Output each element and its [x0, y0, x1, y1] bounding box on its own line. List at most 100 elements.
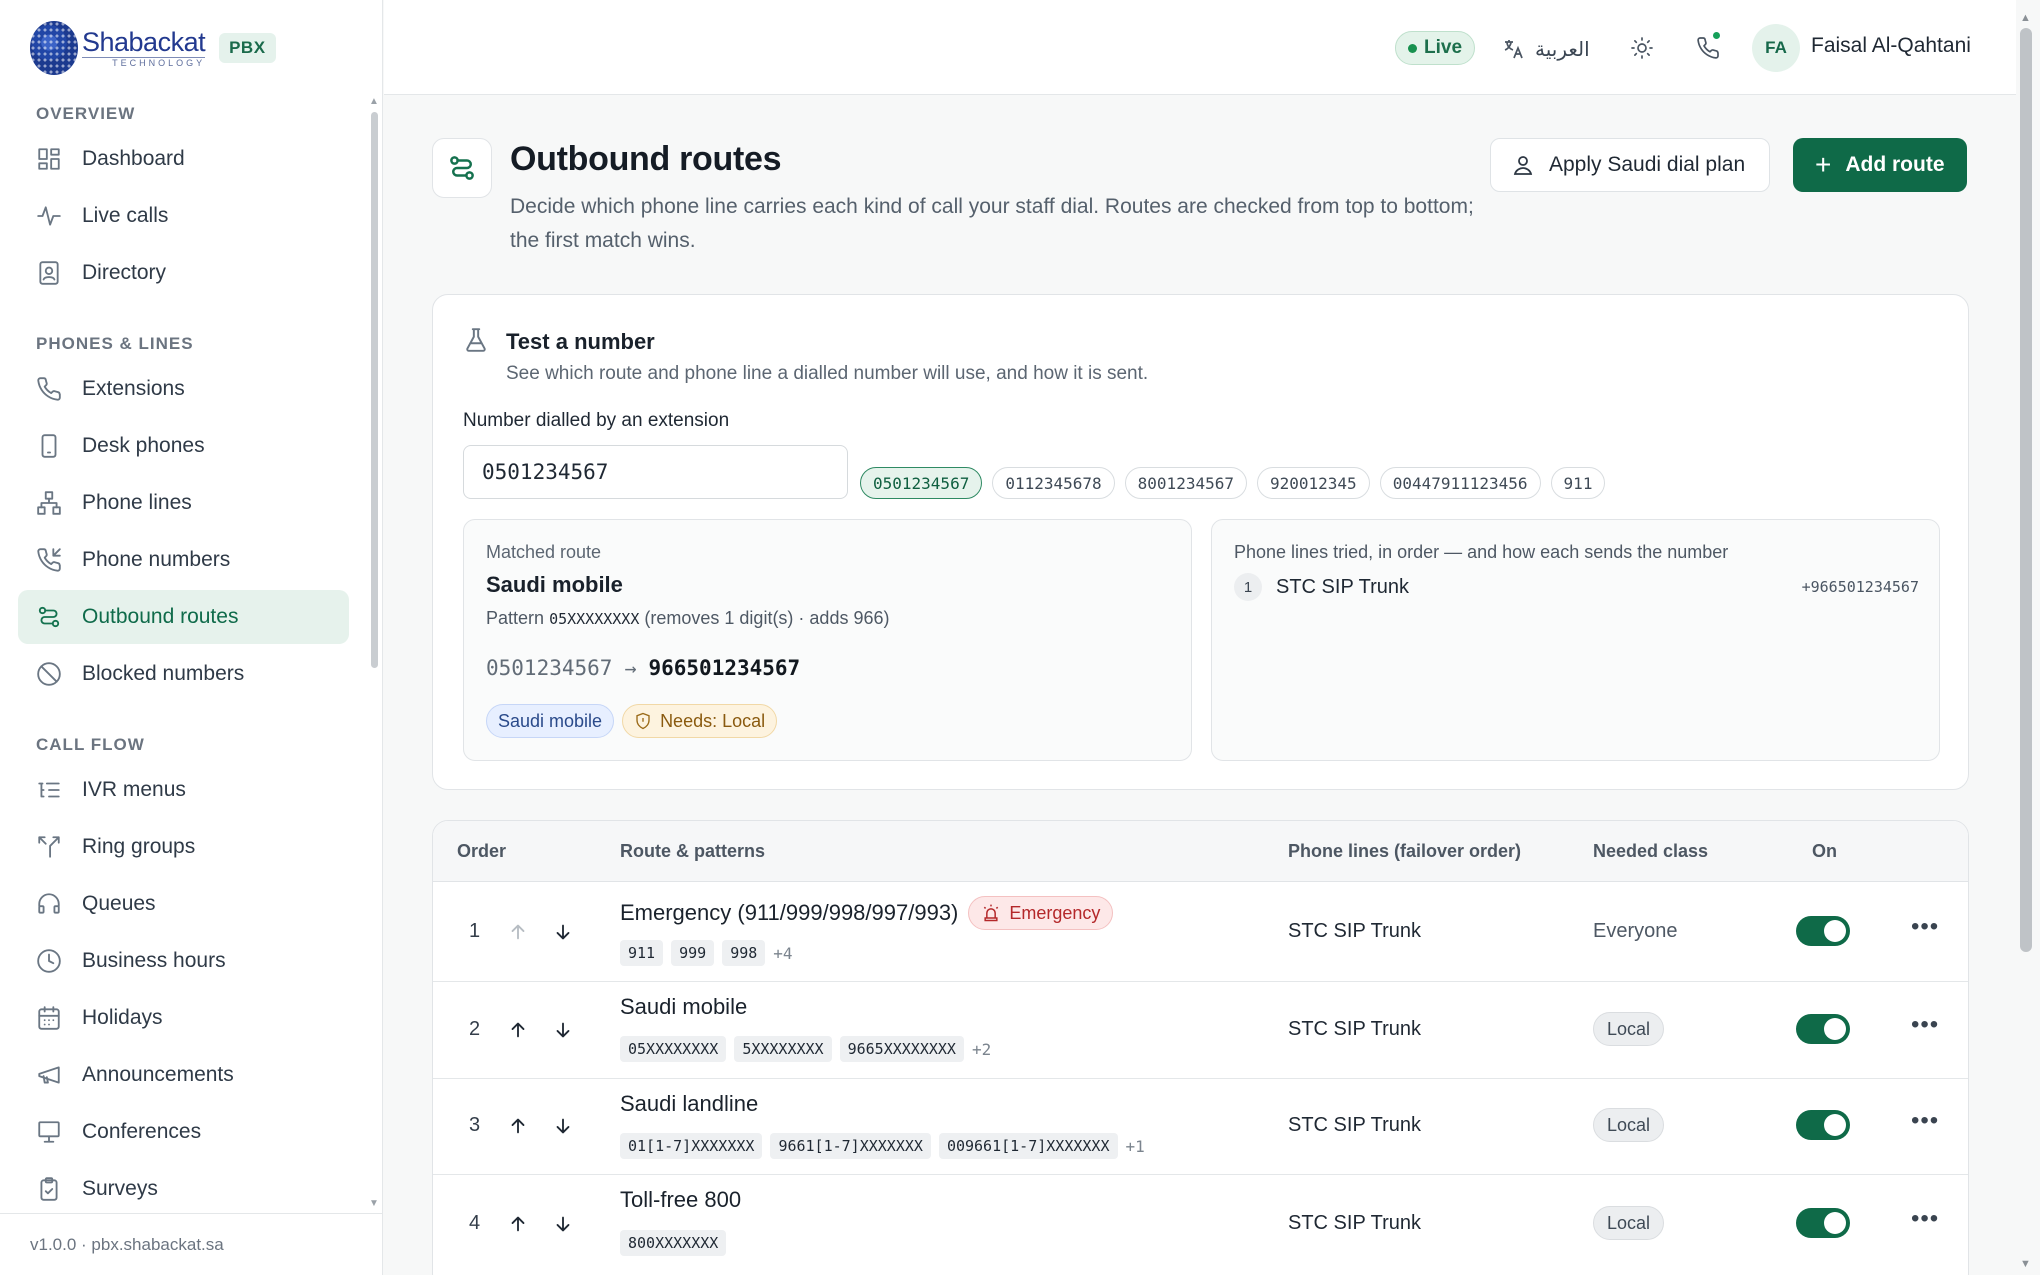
sidebar-item-blocked-numbers[interactable]: Blocked numbers	[18, 647, 349, 701]
move-up-button[interactable]	[507, 921, 529, 943]
sidebar-item-conferences[interactable]: Conferences	[18, 1105, 349, 1159]
row-actions-menu[interactable]: •••	[1911, 1109, 1939, 1133]
plus-icon: +	[1815, 149, 1832, 180]
move-down-button[interactable]	[552, 1213, 574, 1235]
sidebar-item-dashboard[interactable]: Dashboard	[18, 132, 349, 186]
softphone-button[interactable]	[1690, 30, 1726, 66]
status-dot-icon	[1408, 43, 1417, 53]
column-header-on[interactable]: On	[1812, 841, 1837, 862]
globe-logo-icon	[30, 21, 78, 75]
category-tag: Saudi mobile	[486, 704, 615, 738]
line-sent-number: +966501234567	[1801, 578, 1919, 596]
column-header-order[interactable]: Order	[457, 841, 506, 862]
sidebar-item-label: Extensions	[82, 377, 185, 400]
sidebar-item-surveys[interactable]: Surveys	[18, 1162, 349, 1208]
row-actions-menu[interactable]: •••	[1911, 915, 1939, 939]
route-enabled-toggle[interactable]	[1796, 1110, 1850, 1140]
sidebar-item-extensions[interactable]: Extensions	[18, 362, 349, 416]
page-description: Decide which phone line carries each kin…	[510, 195, 1474, 252]
route-patterns: 01[1-7]XXXXXXX 9661[1-7]XXXXXXX 009661[1…	[620, 1133, 1145, 1159]
move-down-button[interactable]	[552, 921, 574, 943]
sidebar-item-phone-lines[interactable]: Phone lines	[18, 476, 349, 530]
route-needed-class: Local	[1593, 1012, 1665, 1046]
arrow-down-icon	[556, 1022, 570, 1038]
user-name[interactable]: Faisal Al-Qahtani	[1811, 34, 1971, 58]
sidebar-item-label: Desk phones	[82, 434, 205, 457]
sidebar-item-ring-groups[interactable]: Ring groups	[18, 820, 349, 874]
sample-number-chip[interactable]: 920012345	[1256, 467, 1370, 499]
avatar[interactable]: FA	[1752, 24, 1800, 72]
table-row[interactable]: 3 Saudi landline 01[1-7]XXXXXXX 9661[1-7…	[433, 1079, 1968, 1175]
move-down-button[interactable]	[552, 1115, 574, 1137]
nav-section-phones: PHONES & LINES	[36, 334, 194, 353]
table-row[interactable]: 4 Toll-free 800 800XXXXXXX STC SIP Trunk…	[433, 1175, 1968, 1273]
table-row[interactable]: 1 Emergency (911/999/998/997/993) Emerge…	[433, 882, 1968, 982]
sidebar-item-holidays[interactable]: Holidays	[18, 991, 349, 1045]
route-enabled-toggle[interactable]	[1796, 916, 1850, 946]
column-header-lines[interactable]: Phone lines (failover order)	[1288, 841, 1521, 862]
page-scroll-up-icon[interactable]: ▲	[2020, 12, 2031, 24]
sidebar-item-live-calls[interactable]: Live calls	[18, 189, 349, 243]
sidebar-scrollbar[interactable]	[371, 112, 378, 668]
apply-saudi-dial-plan-button[interactable]: Apply Saudi dial plan	[1490, 138, 1771, 192]
page-scrollbar[interactable]	[2020, 28, 2032, 952]
row-actions-menu[interactable]: •••	[1911, 1013, 1939, 1037]
arrow-right-icon: →	[624, 656, 637, 680]
sidebar-item-directory[interactable]: Directory	[18, 246, 349, 300]
sidebar-item-desk-phones[interactable]: Desk phones	[18, 419, 349, 473]
contact-book-icon	[39, 261, 59, 285]
phone-lines-label: Phone lines tried, in order — and how ea…	[1234, 542, 1729, 562]
sample-number-chip[interactable]: 911	[1550, 467, 1606, 499]
sidebar-item-label: Announcements	[82, 1063, 234, 1086]
more-patterns[interactable]: +2	[972, 1040, 991, 1059]
sidebar-item-outbound-routes[interactable]: Outbound routes	[18, 590, 349, 644]
sample-number-chip[interactable]: 00447911123456	[1379, 467, 1541, 499]
sidebar-item-label: Phone numbers	[82, 548, 231, 571]
sample-number-chip[interactable]: 0112345678	[992, 467, 1115, 499]
pattern-chip: 01[1-7]XXXXXXX	[620, 1133, 763, 1159]
sidebar-nav: OVERVIEW Dashboard Live calls Directory …	[0, 96, 366, 1208]
list-item: 1 STC SIP Trunk +966501234567	[1234, 572, 1919, 602]
sidebar-item-label: Conferences	[82, 1120, 202, 1143]
sidebar: Shabackat TECHNOLOGY PBX OVERVIEW Dashbo…	[0, 0, 383, 1275]
column-header-route[interactable]: Route & patterns	[620, 841, 765, 862]
dialled-number-input[interactable]: 0501234567	[463, 445, 848, 499]
row-actions-menu[interactable]: •••	[1911, 1207, 1939, 1231]
sidebar-scroll-down-icon[interactable]: ▼	[369, 1198, 379, 1209]
arrow-down-icon	[556, 924, 570, 940]
column-header-class[interactable]: Needed class	[1593, 841, 1708, 862]
sidebar-item-announcements[interactable]: Announcements	[18, 1048, 349, 1102]
sidebar-item-phone-numbers[interactable]: Phone numbers	[18, 533, 349, 587]
route-enabled-toggle[interactable]	[1796, 1208, 1850, 1238]
brand-logo[interactable]: Shabackat TECHNOLOGY PBX	[30, 20, 276, 76]
arrow-down-icon	[556, 1118, 570, 1134]
sidebar-item-label: Surveys	[82, 1177, 158, 1200]
version-footer: v1.0.0 · pbx.shabackat.sa	[0, 1213, 383, 1275]
add-route-button[interactable]: + Add route	[1793, 138, 1967, 192]
page-header-icon	[432, 138, 492, 198]
move-up-button[interactable]	[507, 1019, 529, 1041]
more-patterns[interactable]: +1	[1126, 1137, 1145, 1156]
pattern-chip: 998	[722, 940, 766, 966]
routes-table: Order Route & patterns Phone lines (fail…	[432, 820, 1969, 1275]
theme-toggle-button[interactable]	[1624, 30, 1660, 66]
sample-number-chip[interactable]: 0501234567	[860, 467, 983, 499]
move-down-button[interactable]	[552, 1019, 574, 1041]
brand-name: Shabackat	[82, 26, 206, 57]
table-row[interactable]: 2 Saudi mobile 05XXXXXXXX 5XXXXXXXX 9665…	[433, 982, 1968, 1079]
brand-subtitle: TECHNOLOGY	[82, 56, 206, 69]
sample-number-chip[interactable]: 8001234567	[1124, 467, 1247, 499]
sidebar-item-queues[interactable]: Queues	[18, 877, 349, 931]
online-indicator-icon	[1711, 30, 1722, 41]
route-enabled-toggle[interactable]	[1796, 1014, 1850, 1044]
pattern-chip: 009661[1-7]XXXXXXX	[938, 1133, 1118, 1159]
move-up-button[interactable]	[507, 1115, 529, 1137]
sidebar-item-business-hours[interactable]: Business hours	[18, 934, 349, 988]
sidebar-item-ivr-menus[interactable]: IVR menus	[18, 763, 349, 817]
page-scroll-down-icon[interactable]: ▼	[2020, 1258, 2031, 1270]
route-patterns: 911 999 998 +4	[620, 940, 793, 966]
sidebar-scroll-up-icon[interactable]: ▲	[369, 96, 379, 107]
language-switch[interactable]: العربية	[1501, 32, 1590, 66]
more-patterns[interactable]: +4	[773, 944, 792, 963]
move-up-button[interactable]	[507, 1213, 529, 1235]
